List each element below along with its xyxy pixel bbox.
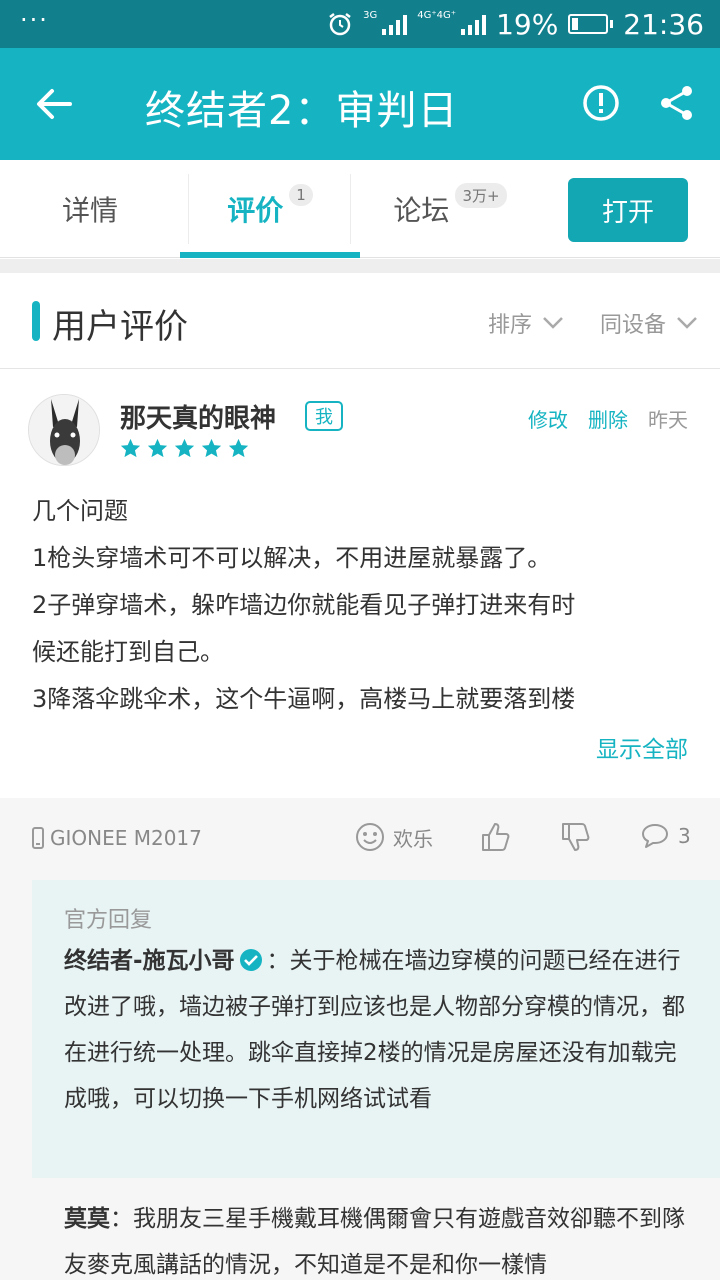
phone-icon: [32, 827, 44, 849]
reply-item: 莫莫：我朋友三星手機戴耳機偶爾會只有遊戲音效卻聽不到隊友麥克風講話的情況，不知道…: [64, 1196, 694, 1280]
comment-button[interactable]: 3: [640, 822, 691, 850]
clock: 21:36: [623, 7, 704, 41]
sort-dropdown[interactable]: 排序: [488, 307, 564, 339]
tab-forum[interactable]: 论坛 3万+: [360, 160, 540, 258]
section-accent-bar: [32, 301, 40, 341]
tab-reviews-label: 评价: [227, 194, 284, 227]
share-icon[interactable]: [658, 84, 696, 122]
section-title: 用户评价: [52, 307, 188, 347]
review-username[interactable]: 那天真的眼神: [120, 398, 276, 435]
star-icon: [174, 438, 195, 458]
chevron-down-icon: [677, 317, 697, 329]
avatar[interactable]: [28, 394, 100, 466]
open-app-button[interactable]: 打开: [568, 178, 688, 242]
review-footer: GIONEE M2017 欢乐 3 官方回复 终结者-施瓦小哥 ：关于枪械在墙边穿…: [0, 798, 720, 1280]
status-bar: ··· 3G 4G⁺4G⁺ 19% 21:36: [0, 0, 720, 48]
thumbs-up-icon[interactable]: [480, 822, 510, 852]
review-line: 1枪头穿墙术可不可以解决，不用进屋就暴露了。: [32, 544, 552, 572]
device-name: GIONEE M2017: [50, 826, 202, 850]
delete-link[interactable]: 删除: [588, 404, 628, 433]
review-line: 2子弹穿墙术，躲咋墙边你就能看见子弹打进来有时: [32, 591, 576, 619]
comment-icon: [642, 824, 668, 848]
chevron-down-icon: [543, 317, 563, 329]
thumbs-down-icon[interactable]: [560, 822, 590, 852]
reviews-header: 用户评价 排序 同设备: [0, 273, 720, 369]
reply-text: ：我朋友三星手機戴耳機偶爾會只有遊戲音效卻聽不到隊友麥克風講話的情況，不知道是不…: [64, 1206, 685, 1278]
star-icon: [120, 438, 141, 458]
battery-percent: 19%: [496, 7, 559, 41]
show-all-link[interactable]: 显示全部: [596, 730, 688, 764]
official-reply-body: 终结者-施瓦小哥 ：关于枪械在墙边穿模的问题已经在进行改进了哦，墙边被子弹打到应该…: [64, 938, 694, 1122]
donkey-avatar-icon: [29, 395, 99, 465]
tab-reviews-count: 1: [289, 184, 313, 206]
star-icon: [147, 438, 168, 458]
divider: [0, 259, 720, 273]
reply-author[interactable]: 莫莫: [64, 1206, 110, 1232]
battery-icon: [568, 14, 614, 34]
mood-label: 欢乐: [393, 826, 433, 851]
star-icon: [228, 438, 249, 458]
device-filter-dropdown[interactable]: 同设备: [600, 307, 698, 339]
tab-bar: 详情 评价 1 论坛 3万+ 打开: [0, 160, 720, 258]
report-icon[interactable]: [582, 84, 620, 122]
review-line: 几个问题: [32, 497, 128, 525]
star-icon: [201, 438, 222, 458]
review-card: 那天真的眼神 我 修改 删除 昨天 几个问题 1枪头穿墙术可不可以解决，不用进屋…: [0, 370, 720, 798]
tab-details[interactable]: 详情: [0, 160, 180, 258]
mood-tag[interactable]: 欢乐: [355, 822, 433, 852]
tab-details-label: 详情: [61, 194, 118, 227]
star-rating: [120, 438, 249, 459]
edit-link[interactable]: 修改: [528, 404, 568, 433]
tab-forum-count: 3万+: [455, 182, 507, 208]
smile-icon: [356, 823, 384, 851]
review-date: 昨天: [648, 408, 688, 432]
device-info: GIONEE M2017: [32, 826, 202, 850]
tab-forum-label: 论坛: [393, 194, 450, 227]
page-title: 终结者2：审判日: [145, 88, 459, 134]
alarm-icon: [329, 13, 351, 36]
review-body: 几个问题 1枪头穿墙术可不可以解决，不用进屋就暴露了。 2子弹穿墙术，躲咋墙边你…: [32, 488, 692, 723]
me-badge: 我: [305, 401, 343, 431]
signal-4g-icon: 4G⁺4G⁺: [417, 10, 487, 35]
notification-dots: ···: [20, 6, 49, 34]
app-bar: 终结者2：审判日: [0, 48, 720, 160]
signal-3g-icon: 3G: [363, 10, 408, 35]
sort-label: 排序: [488, 313, 533, 338]
review-line: 3降落伞跳伞术，这个牛逼啊，高楼马上就要落到楼: [32, 685, 576, 713]
official-reply-author[interactable]: 终结者-施瓦小哥: [64, 948, 235, 974]
review-line: 候还能打到自己。: [32, 638, 224, 666]
comment-count: 3: [678, 824, 691, 848]
device-filter-label: 同设备: [600, 313, 667, 338]
official-reply-label: 官方回复: [64, 908, 153, 933]
official-reply: 官方回复 终结者-施瓦小哥 ：关于枪械在墙边穿模的问题已经在进行改进了哦，墙边被子…: [32, 880, 720, 1178]
tab-reviews[interactable]: 评价 1: [180, 160, 360, 258]
back-arrow-icon[interactable]: [34, 84, 74, 124]
verified-icon: [239, 949, 262, 971]
active-tab-indicator: [180, 252, 360, 258]
